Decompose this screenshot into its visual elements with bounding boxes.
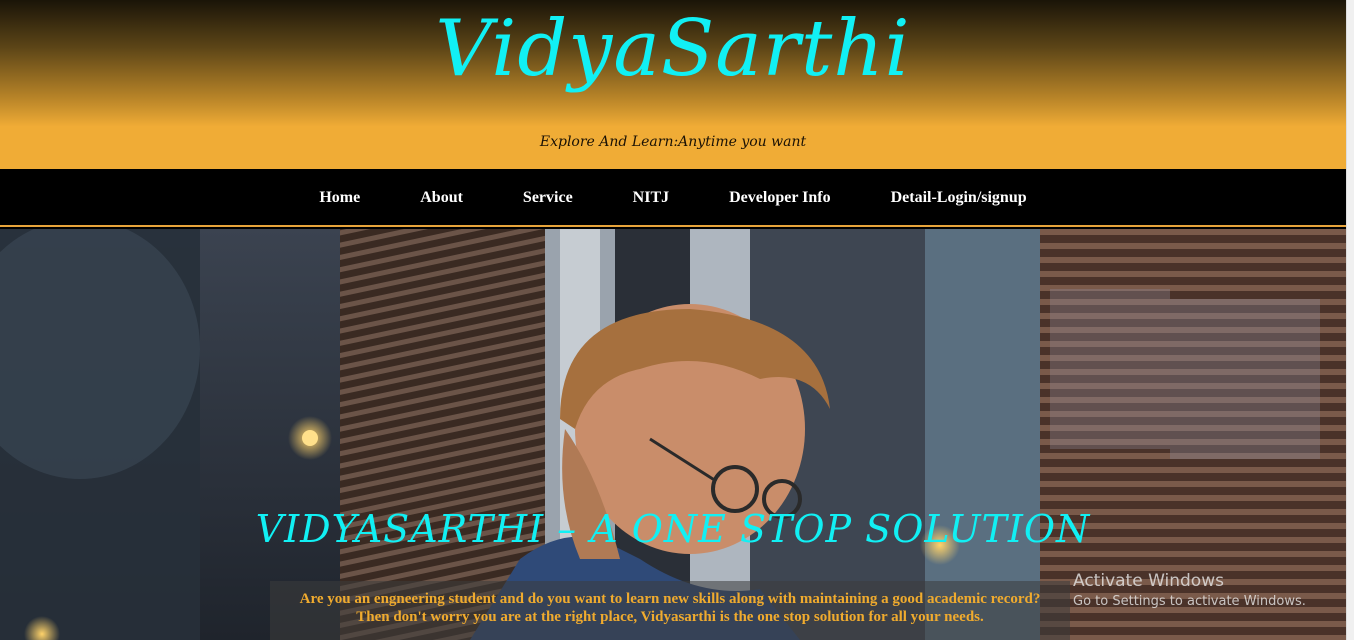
- brand-tagline: Explore And Learn:Anytime you want: [539, 134, 807, 150]
- nav-list: Home About Service NITJ Developer Info D…: [0, 169, 1346, 227]
- nav-item-nitj[interactable]: NITJ: [633, 189, 669, 207]
- nav-item-developer-info[interactable]: Developer Info: [729, 189, 830, 207]
- nav-item-service[interactable]: Service: [523, 189, 573, 207]
- hero-heading: VIDYASARTHI – A ONE STOP SOLUTION: [255, 507, 1091, 551]
- hero-description-line-1: Are you an engneering student and do you…: [299, 591, 1041, 607]
- activate-windows-subtitle: Go to Settings to activate Windows.: [1073, 594, 1306, 609]
- main-navbar: Home About Service NITJ Developer Info D…: [0, 169, 1346, 227]
- site-header: VidyaSarthi Explore And Learn:Anytime yo…: [0, 0, 1346, 169]
- page-scrollbar[interactable]: [1346, 0, 1354, 640]
- nav-item-about[interactable]: About: [420, 189, 463, 207]
- hero-description-box: Are you an engneering student and do you…: [270, 581, 1070, 640]
- brand-title[interactable]: VidyaSarthi: [0, 4, 1346, 94]
- activate-windows-watermark: Activate Windows Go to Settings to activ…: [1073, 571, 1343, 609]
- hero-description-line-2: Then don't worry you are at the right pl…: [356, 609, 984, 625]
- activate-windows-title: Activate Windows: [1073, 571, 1224, 591]
- nav-item-home[interactable]: Home: [319, 189, 360, 207]
- nav-item-login-signup[interactable]: Detail-Login/signup: [891, 189, 1027, 207]
